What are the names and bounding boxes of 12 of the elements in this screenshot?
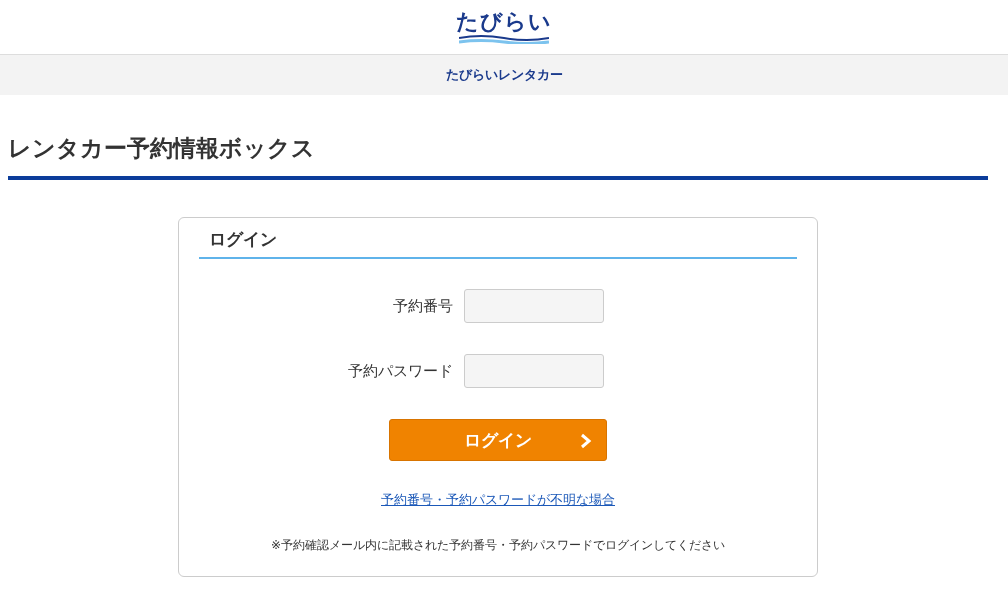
logo-text: たびらい xyxy=(456,9,552,35)
service-name[interactable]: たびらいレンタカー xyxy=(445,66,563,84)
field-label: 予約番号 xyxy=(391,296,453,316)
help-link[interactable]: 予約番号・予約パスワードが不明な場合 xyxy=(381,491,615,509)
input-field[interactable] xyxy=(463,289,604,323)
page-title: レンタカー予約情報ボックス xyxy=(8,133,988,180)
card-title: ログイン xyxy=(199,228,797,259)
field-label: 予約パスワード xyxy=(346,361,453,381)
wave-icon xyxy=(459,34,549,45)
note-text: ※予約確認メール内に記載された予約番号・予約パスワードでログインしてください xyxy=(270,537,726,554)
input-field[interactable] xyxy=(463,354,604,388)
chevron-right-icon xyxy=(580,433,592,449)
